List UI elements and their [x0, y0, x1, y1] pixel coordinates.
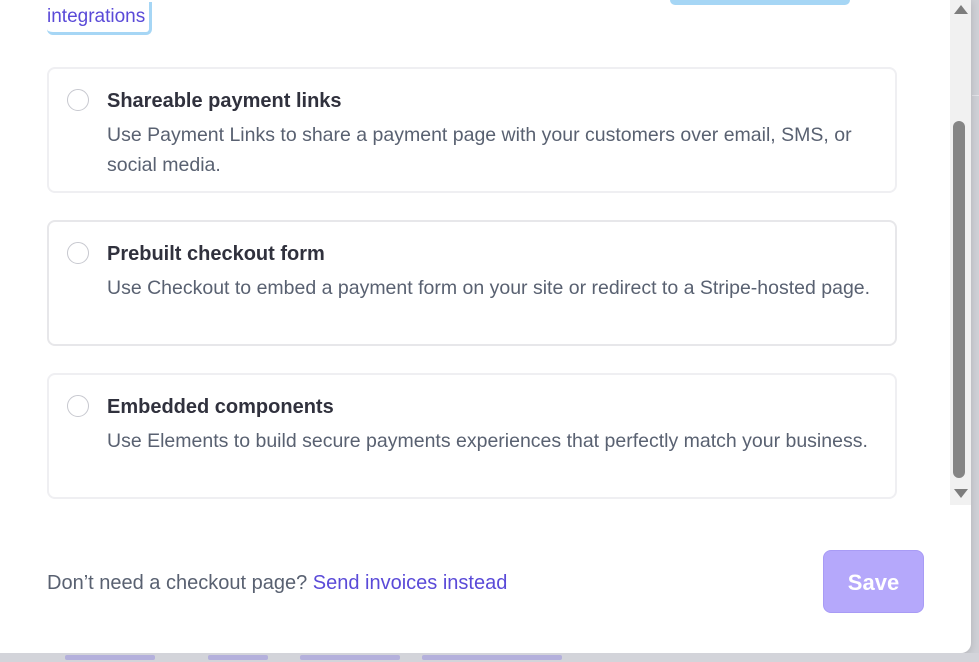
background-link [65, 655, 155, 660]
footer-prompt-text: Don’t need a checkout page? [47, 572, 308, 594]
scroll-down-arrow-icon[interactable] [954, 489, 968, 498]
send-invoices-link[interactable]: Send invoices instead [313, 572, 508, 594]
radio-embedded-components[interactable] [67, 395, 89, 417]
radio-prebuilt-checkout-form[interactable] [67, 242, 89, 264]
background-link [422, 655, 562, 660]
scroll-up-arrow-icon[interactable] [954, 5, 968, 14]
option-description: Use Checkout to embed a payment form on … [107, 277, 871, 299]
option-embedded-components[interactable]: Embedded components Use Elements to buil… [47, 373, 897, 499]
background-link [300, 655, 400, 660]
integrations-link[interactable]: integrations [47, 2, 153, 35]
dialog-scroll-area: integrations Shareable payment links Use… [0, 0, 950, 510]
scrollbar-thumb[interactable] [953, 121, 965, 478]
radio-shareable-payment-links[interactable] [67, 89, 89, 111]
background-link [208, 655, 268, 660]
option-shareable-payment-links[interactable]: Shareable payment links Use Payment Link… [47, 67, 897, 193]
background-page-strip [0, 653, 979, 662]
option-prebuilt-checkout-form[interactable]: Prebuilt checkout form Use Checkout to e… [47, 220, 897, 346]
option-description: Use Elements to build secure payments ex… [107, 430, 868, 452]
checkout-options-dialog: integrations Shareable payment links Use… [0, 0, 971, 653]
focused-element-outline [670, 0, 850, 5]
option-title: Prebuilt checkout form [107, 243, 325, 265]
option-title: Embedded components [107, 396, 334, 418]
vertical-scrollbar[interactable] [950, 0, 971, 505]
save-button[interactable]: Save [823, 550, 924, 613]
footer-invoice-prompt: Don’t need a checkout page? Send invoice… [47, 569, 507, 597]
background-divider [972, 95, 979, 96]
option-description: Use Payment Links to share a payment pag… [107, 124, 852, 176]
option-title: Shareable payment links [107, 90, 342, 112]
